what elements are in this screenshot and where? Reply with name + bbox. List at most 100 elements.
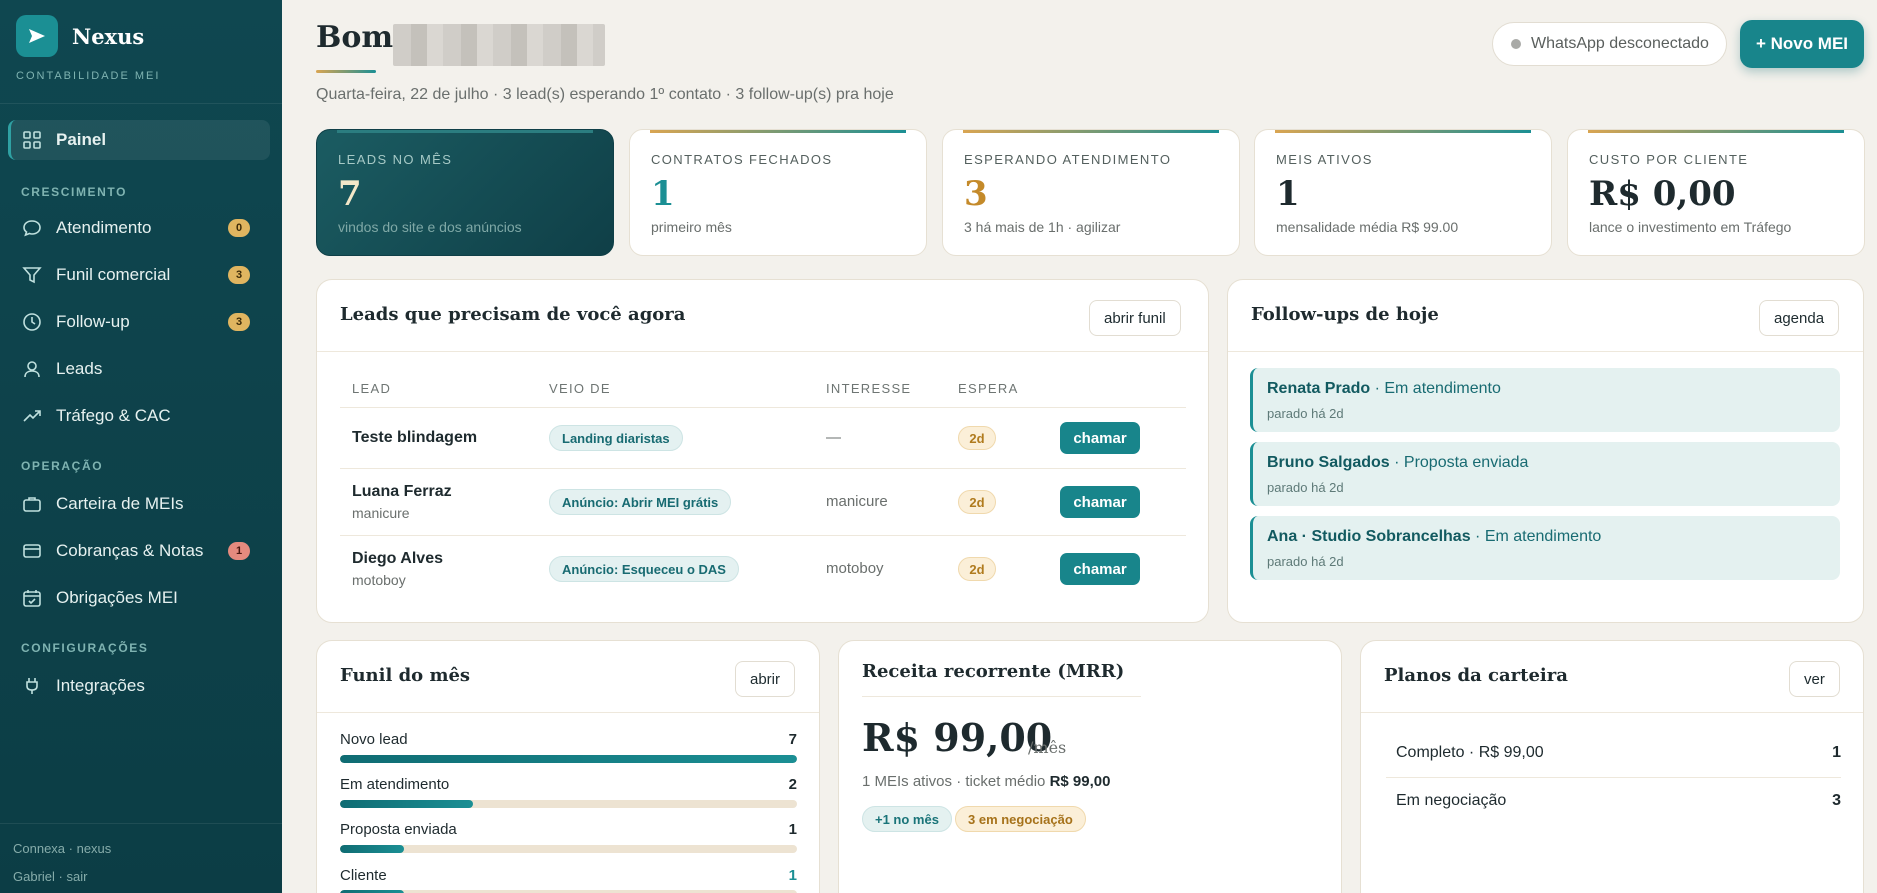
funnel-stage-label: Proposta enviada [340, 821, 457, 838]
count-badge: 0 [228, 219, 250, 237]
followup-idle: parado há 2d [1267, 406, 1344, 421]
table-divider [340, 407, 1186, 408]
footer-user-logout[interactable]: Gabriel · sair [13, 869, 87, 884]
mrr-panel: Receita recorrente (MRR) [838, 640, 1342, 893]
sidebar-item-followup[interactable]: Follow-up 3 [8, 302, 270, 342]
whatsapp-status[interactable]: WhatsApp desconectado [1492, 22, 1727, 66]
tag-negotiating: 3 em negociação [955, 806, 1086, 832]
followup-idle: parado há 2d [1267, 554, 1344, 569]
sidebar-item-leads[interactable]: Leads [8, 349, 270, 389]
open-funnel-button[interactable]: abrir funil [1089, 300, 1181, 336]
divider [862, 696, 1141, 697]
funnel-bar-fill [340, 800, 473, 808]
section-configuracoes: CONFIGURAÇÕES [21, 641, 149, 655]
new-mei-button[interactable]: + Novo MEI [1740, 20, 1864, 68]
credit-card-icon [23, 544, 41, 558]
filter-icon [22, 267, 42, 284]
funnel-bar [340, 845, 797, 853]
kpi-card-leads: LEADS NO MÊS 7 vindos do site e dos anún… [316, 129, 614, 256]
followup-item[interactable]: Bruno Salgados · Proposta enviada parado… [1250, 442, 1840, 506]
kpi-value: 7 [338, 174, 362, 214]
brand[interactable]: Nexus [16, 15, 144, 57]
sidebar-item-label: Integrações [56, 676, 145, 695]
plan-count: 3 [1832, 792, 1841, 809]
count-badge: 1 [228, 542, 250, 560]
funnel-stage-value: 2 [788, 776, 797, 793]
sidebar-item-cobrancas[interactable]: Cobranças & Notas 1 [8, 531, 270, 571]
column-header-lead: LEAD [352, 381, 392, 396]
sidebar-item-label: Funil comercial [56, 265, 171, 284]
followup-item[interactable]: Ana · Studio Sobrancelhas · Em atendimen… [1250, 516, 1840, 580]
wait-badge: 2d [958, 426, 996, 450]
sidebar-item-trafego[interactable]: Tráfego & CAC [8, 396, 270, 436]
plan-count: 1 [1832, 744, 1841, 761]
kpi-value: 3 [964, 174, 988, 214]
card-accent [337, 130, 593, 133]
sidebar-item-painel[interactable]: Painel [8, 120, 270, 160]
brand-subtitle: CONTABILIDADE MEI [16, 70, 161, 82]
divider [1386, 777, 1841, 778]
greeting: Bom [316, 20, 394, 55]
divider [317, 351, 1208, 352]
sidebar-item-carteira[interactable]: Carteira de MEIs [8, 484, 270, 524]
open-funnel-month-button[interactable]: abrir [735, 661, 796, 697]
panel-title: Leads que precisam de você agora [340, 304, 686, 325]
sidebar-item-funil[interactable]: Funil comercial 3 [8, 255, 270, 295]
plan-row: Completo · R$ 99,00 1 [1396, 744, 1841, 762]
sidebar-item-obrigacoes[interactable]: Obrigações MEI [8, 578, 270, 618]
mrr-value: R$ 99,00 [862, 715, 1053, 760]
wait-badge: 2d [958, 557, 996, 581]
mrr-ticket: R$ 99,00 [1049, 773, 1111, 790]
kpi-value: R$ 0,00 [1589, 174, 1736, 214]
card-accent [650, 130, 906, 133]
view-plans-button[interactable]: ver [1789, 661, 1840, 697]
sidebar-item-label: Tráfego & CAC [56, 406, 171, 425]
sidebar-item-label: Carteira de MEIs [56, 494, 184, 513]
funnel-stage-label: Novo lead [340, 731, 408, 748]
funnel-stage-label: Cliente [340, 867, 387, 884]
sidebar-item-atendimento[interactable]: Atendimento 0 [8, 208, 270, 248]
kpi-subtext: primeiro mês [651, 219, 732, 235]
footer-workspace[interactable]: Connexa · nexus [13, 841, 111, 856]
brand-name: Nexus [72, 23, 145, 49]
call-lead-button[interactable]: chamar [1060, 486, 1140, 518]
lead-name[interactable]: Luana Ferraz [352, 483, 452, 501]
kpi-card-contratos: CONTRATOS FECHADOS 1 primeiro mês [629, 129, 927, 256]
column-header-interest: INTERESSE [826, 381, 912, 396]
followup-status: · Em atendimento [1470, 528, 1602, 545]
card-accent [963, 130, 1219, 133]
call-lead-button[interactable]: chamar [1060, 553, 1140, 585]
kpi-card-custo-cliente: CUSTO POR CLIENTE R$ 0,00 lance o invest… [1567, 129, 1865, 256]
kpi-label: MEIS ATIVOS [1276, 152, 1373, 167]
panel-title: Receita recorrente (MRR) [862, 661, 1125, 682]
column-header-source: VEIO DE [549, 381, 611, 396]
whatsapp-status-label: WhatsApp desconectado [1531, 35, 1709, 52]
lead-interest: — [826, 429, 841, 446]
funnel-bar [340, 755, 797, 763]
plug-icon [26, 678, 38, 694]
sidebar-item-integracoes[interactable]: Integrações [8, 666, 270, 706]
greeting-underline [316, 70, 376, 73]
column-header-wait: ESPERA [958, 381, 1019, 396]
sidebar-item-label: Follow-up [56, 312, 130, 331]
funnel-bar-fill [340, 845, 404, 853]
source-badge: Anúncio: Abrir MEI grátis [549, 489, 732, 515]
followup-status: · Em atendimento [1370, 380, 1501, 397]
call-lead-button[interactable]: chamar [1060, 422, 1140, 454]
plan-label: Em negociação [1396, 792, 1507, 809]
kpi-subtext: mensalidade média R$ 99.00 [1276, 219, 1459, 235]
lead-interest: manicure [826, 493, 888, 510]
lead-name[interactable]: Teste blindagem [352, 429, 477, 447]
divider [0, 823, 282, 824]
card-accent [1275, 130, 1531, 133]
mrr-unit: /mês [1028, 738, 1067, 757]
funnel-stage-value: 1 [788, 821, 797, 838]
kpi-label: CUSTO POR CLIENTE [1589, 152, 1749, 167]
kpi-subtext: lance o investimento em Tráfego [1589, 219, 1792, 235]
status-dot-icon [1511, 39, 1521, 49]
mrr-subtext-prefix: 1 MEIs ativos · ticket médio [862, 773, 1050, 790]
followup-item[interactable]: Renata Prado · Em atendimento parado há … [1250, 368, 1840, 432]
lead-name[interactable]: Diego Alves [352, 550, 443, 568]
agenda-button[interactable]: agenda [1759, 300, 1840, 336]
followup-status: · Proposta enviada [1389, 454, 1529, 471]
